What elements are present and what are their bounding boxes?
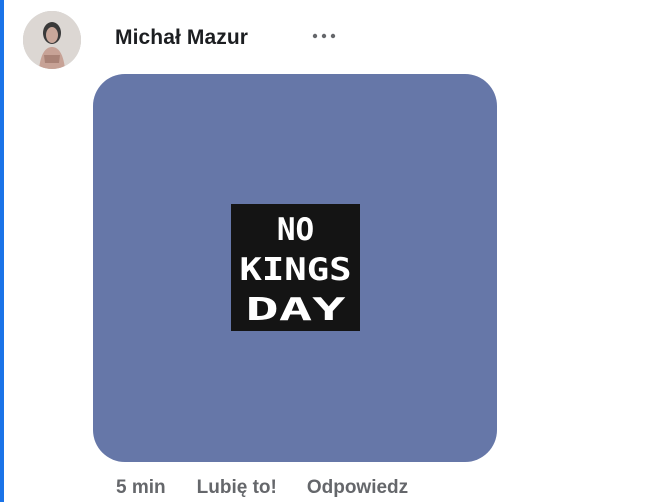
logo-line-2: KINGS: [240, 252, 352, 288]
avatar[interactable]: [23, 11, 81, 69]
logo-line-1: NO: [277, 212, 314, 248]
like-button[interactable]: Lubię to!: [197, 477, 277, 499]
comment-sticker[interactable]: NO KINGS DAY: [93, 74, 497, 462]
logo-line-3: DAY: [246, 292, 347, 328]
more-horizontal-icon: [312, 33, 336, 39]
no-kings-day-logo: NO KINGS DAY: [231, 204, 360, 331]
left-accent-bar: [0, 0, 4, 502]
comment-timestamp[interactable]: 5 min: [116, 477, 166, 499]
reply-button[interactable]: Odpowiedz: [307, 477, 408, 499]
comment-author-name[interactable]: Michał Mazur: [115, 26, 248, 50]
more-options-button[interactable]: [308, 22, 340, 50]
logo-lettering: NO KINGS DAY: [240, 212, 352, 328]
avatar-image: [23, 11, 81, 69]
comment-actions: 5 min Lubię to! Odpowiedz: [116, 477, 408, 499]
